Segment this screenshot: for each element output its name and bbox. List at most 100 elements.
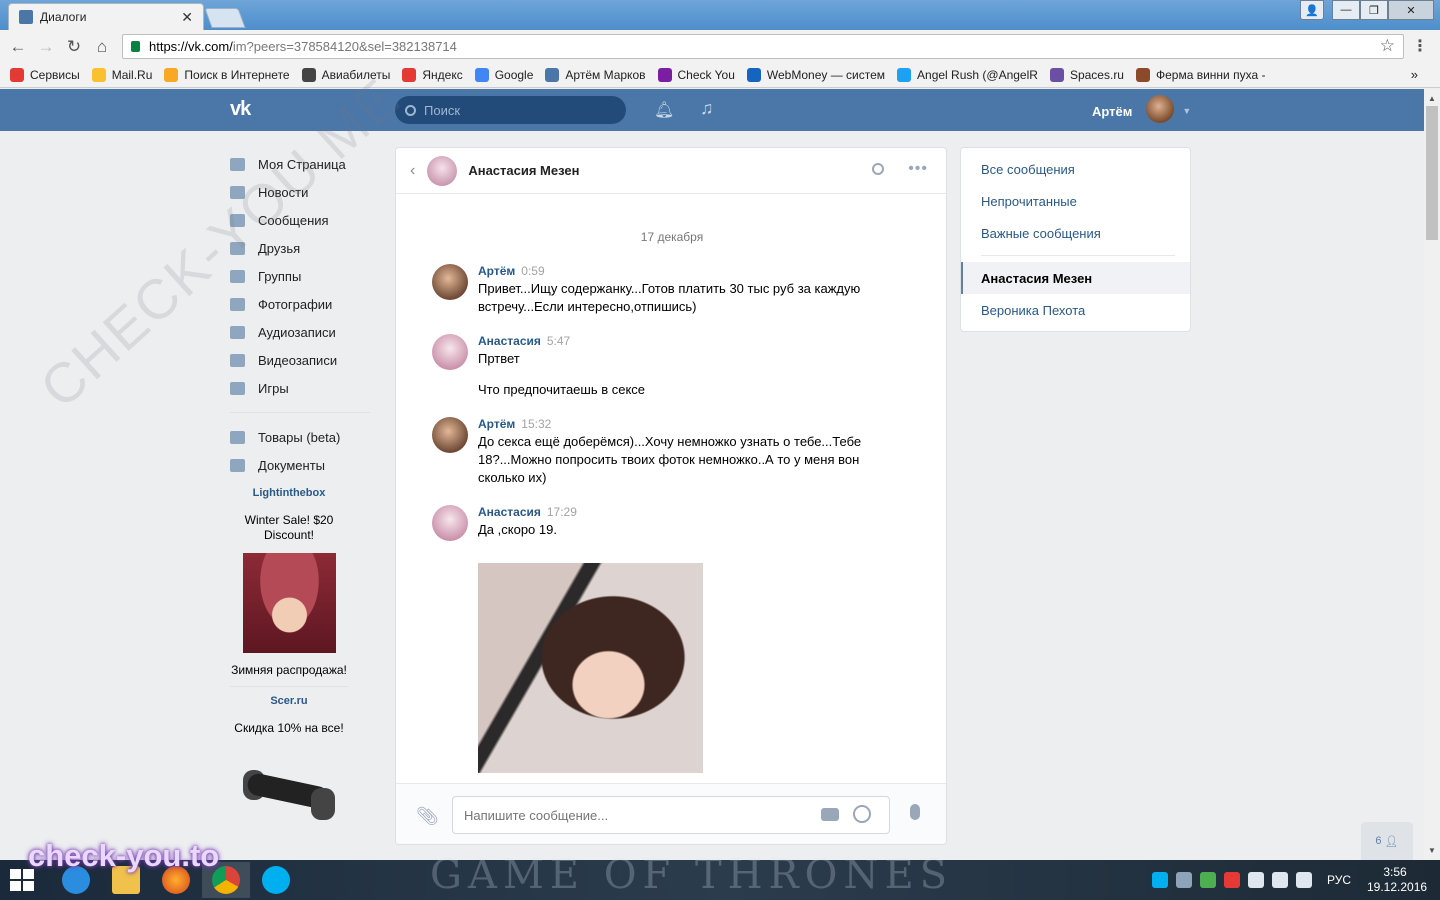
search-in-chat-icon[interactable] <box>872 163 884 175</box>
bookmark-item[interactable]: Ферма винни пуха - <box>1135 68 1265 82</box>
user-menu[interactable]: Артём ▼ <box>1092 95 1191 123</box>
filter-all-messages[interactable]: Все сообщения <box>961 153 1190 185</box>
scroll-down-arrow-icon[interactable]: ▼ <box>1428 846 1436 855</box>
sidebar-item[interactable]: Аудиозаписи <box>230 318 380 346</box>
skype-icon[interactable] <box>252 862 300 898</box>
sidebar-item[interactable]: Моя Страница <box>230 150 380 178</box>
author-avatar[interactable] <box>432 417 468 453</box>
message-history[interactable]: 17 декабря Артём 0:59 Привет...Ищу содерж… <box>396 195 946 783</box>
dialog-tab-active[interactable]: Анастасия Мезен <box>961 262 1190 294</box>
maximize-button[interactable]: ❐ <box>1360 0 1388 20</box>
message-time[interactable]: 15:32 <box>521 417 551 431</box>
message[interactable]: Анастасия 5:47 Пртвет Что предпочитаешь в… <box>396 332 876 399</box>
message-author[interactable]: Анастасия <box>478 505 541 519</box>
home-button-icon[interactable]: ⌂ <box>88 37 116 57</box>
forward-arrow-icon[interactable]: → <box>32 37 60 57</box>
emoji-icon[interactable] <box>853 805 871 823</box>
online-friends-button[interactable]: 6 👤︎ <box>1361 822 1413 860</box>
notifications-bell-icon[interactable]: 🔔︎ <box>654 100 674 119</box>
network-tray-icon[interactable] <box>1272 872 1288 888</box>
ad-title[interactable]: Lightinthebox <box>230 487 348 499</box>
close-window-button[interactable]: ✕ <box>1388 0 1434 20</box>
bookmark-item[interactable]: Google <box>474 68 533 82</box>
file-explorer-icon[interactable] <box>102 862 150 898</box>
message[interactable]: Анастасия 17:29 Да ,скоро 19. <box>396 503 876 773</box>
sidebar-item[interactable]: Новости <box>230 178 380 206</box>
bookmark-item[interactable]: Авиабилеты <box>301 68 390 82</box>
message-author[interactable]: Анастасия <box>478 334 541 348</box>
microphone-icon[interactable] <box>910 804 920 820</box>
peer-name[interactable]: Анастасия Мезен <box>468 163 579 178</box>
sidebar-item[interactable]: Сообщения <box>230 206 380 234</box>
bookmark-item[interactable]: WebMoney — систем <box>746 68 885 82</box>
flag-tray-icon[interactable] <box>1248 872 1264 888</box>
reload-icon[interactable]: ↻ <box>60 37 88 57</box>
bookmark-item[interactable]: Поиск в Интернете <box>164 68 290 82</box>
clock[interactable]: 3:56 19.12.2016 <box>1367 865 1427 895</box>
more-actions-icon[interactable]: ••• <box>908 160 928 178</box>
chrome-icon[interactable] <box>202 862 250 898</box>
ad-block-1[interactable]: Lightinthebox Winter Sale! $20 Discount!… <box>230 487 348 687</box>
sidebar-item[interactable]: Документы <box>230 451 380 479</box>
bookmark-item[interactable]: Mail.Ru <box>91 68 152 82</box>
hoverboard-ad-image[interactable] <box>241 766 337 822</box>
filter-important[interactable]: Важные сообщения <box>961 217 1190 249</box>
volume-tray-icon[interactable] <box>1296 872 1312 888</box>
windows-start-icon[interactable] <box>10 869 34 891</box>
sidebar-item[interactable]: Друзья <box>230 234 380 262</box>
bookmark-item[interactable]: Яндекс <box>402 68 463 82</box>
bookmark-item[interactable]: Сервисы <box>10 68 80 82</box>
minimize-button[interactable]: — <box>1332 0 1360 20</box>
peer-avatar[interactable] <box>427 155 458 186</box>
internet-explorer-icon[interactable] <box>52 862 100 898</box>
search-input[interactable]: Поиск <box>395 96 626 124</box>
browser-menu-icon[interactable]: ⋮ <box>1412 36 1428 56</box>
ad-image[interactable] <box>242 553 336 653</box>
sidebar-item[interactable]: Игры <box>230 374 380 402</box>
firefox-icon[interactable] <box>152 862 200 898</box>
sidebar-item[interactable]: Видеозаписи <box>230 346 380 374</box>
author-avatar[interactable] <box>432 264 468 300</box>
bookmark-item[interactable]: Angel Rush (@AngelR <box>897 68 1038 82</box>
filter-unread[interactable]: Непрочитанные <box>961 185 1190 217</box>
bookmark-item[interactable]: Spaces.ru <box>1049 68 1124 82</box>
message[interactable]: Артём 15:32 До секса ещё доберёмся)...Хоч… <box>396 415 876 487</box>
dialog-tab[interactable]: Вероника Пехота <box>961 294 1190 326</box>
bookmarks-more-icon[interactable]: » <box>1411 67 1418 82</box>
bookmark-item[interactable]: Check You <box>657 68 735 82</box>
network-app-tray-icon[interactable] <box>1200 872 1216 888</box>
bookmark-item[interactable]: Артём Марков <box>545 68 646 82</box>
ad-title[interactable]: Scer.ru <box>230 695 348 707</box>
paperclip-attach-icon[interactable]: 📎︎ <box>416 806 439 827</box>
scroll-thumb[interactable] <box>1426 106 1438 240</box>
message-time[interactable]: 17:29 <box>547 505 577 519</box>
sidebar-item[interactable]: Группы <box>230 262 380 290</box>
message-time[interactable]: 5:47 <box>547 334 570 348</box>
message-author[interactable]: Артём <box>478 264 515 278</box>
message-time[interactable]: 0:59 <box>521 264 544 278</box>
message[interactable]: Артём 0:59 Привет...Ищу содержанку...Гото… <box>396 262 876 316</box>
bookmark-star-icon[interactable]: ☆ <box>1380 36 1395 56</box>
music-note-icon[interactable]: ♫ <box>700 98 714 119</box>
back-arrow-icon[interactable]: ← <box>4 37 32 57</box>
attached-photo[interactable] <box>478 563 703 773</box>
ad-block-2[interactable]: Scer.ru Скидка 10% на все! <box>230 695 348 822</box>
new-tab-button[interactable] <box>204 8 246 28</box>
browser-tab[interactable]: Диалоги ✕ <box>8 3 204 30</box>
page-scrollbar[interactable]: ▲ ▼ <box>1424 89 1440 860</box>
back-chevron-icon[interactable]: ‹ <box>410 162 415 180</box>
message-author[interactable]: Артём <box>478 417 515 431</box>
steam-tray-icon[interactable] <box>1176 872 1192 888</box>
author-avatar[interactable] <box>432 334 468 370</box>
app-tray-icon[interactable] <box>1224 872 1240 888</box>
vk-logo[interactable]: vk <box>230 98 264 122</box>
sidebar-item[interactable]: Фотографии <box>230 290 380 318</box>
sidebar-item[interactable]: Товары (beta) <box>230 423 380 451</box>
language-indicator[interactable]: РУС <box>1327 873 1351 887</box>
close-tab-icon[interactable]: ✕ <box>181 9 193 26</box>
scroll-up-arrow-icon[interactable]: ▲ <box>1428 94 1436 103</box>
skype-tray-icon[interactable] <box>1152 872 1168 888</box>
profile-icon[interactable]: 👤 <box>1300 0 1324 20</box>
camera-icon[interactable] <box>821 808 839 821</box>
author-avatar[interactable] <box>432 505 468 541</box>
